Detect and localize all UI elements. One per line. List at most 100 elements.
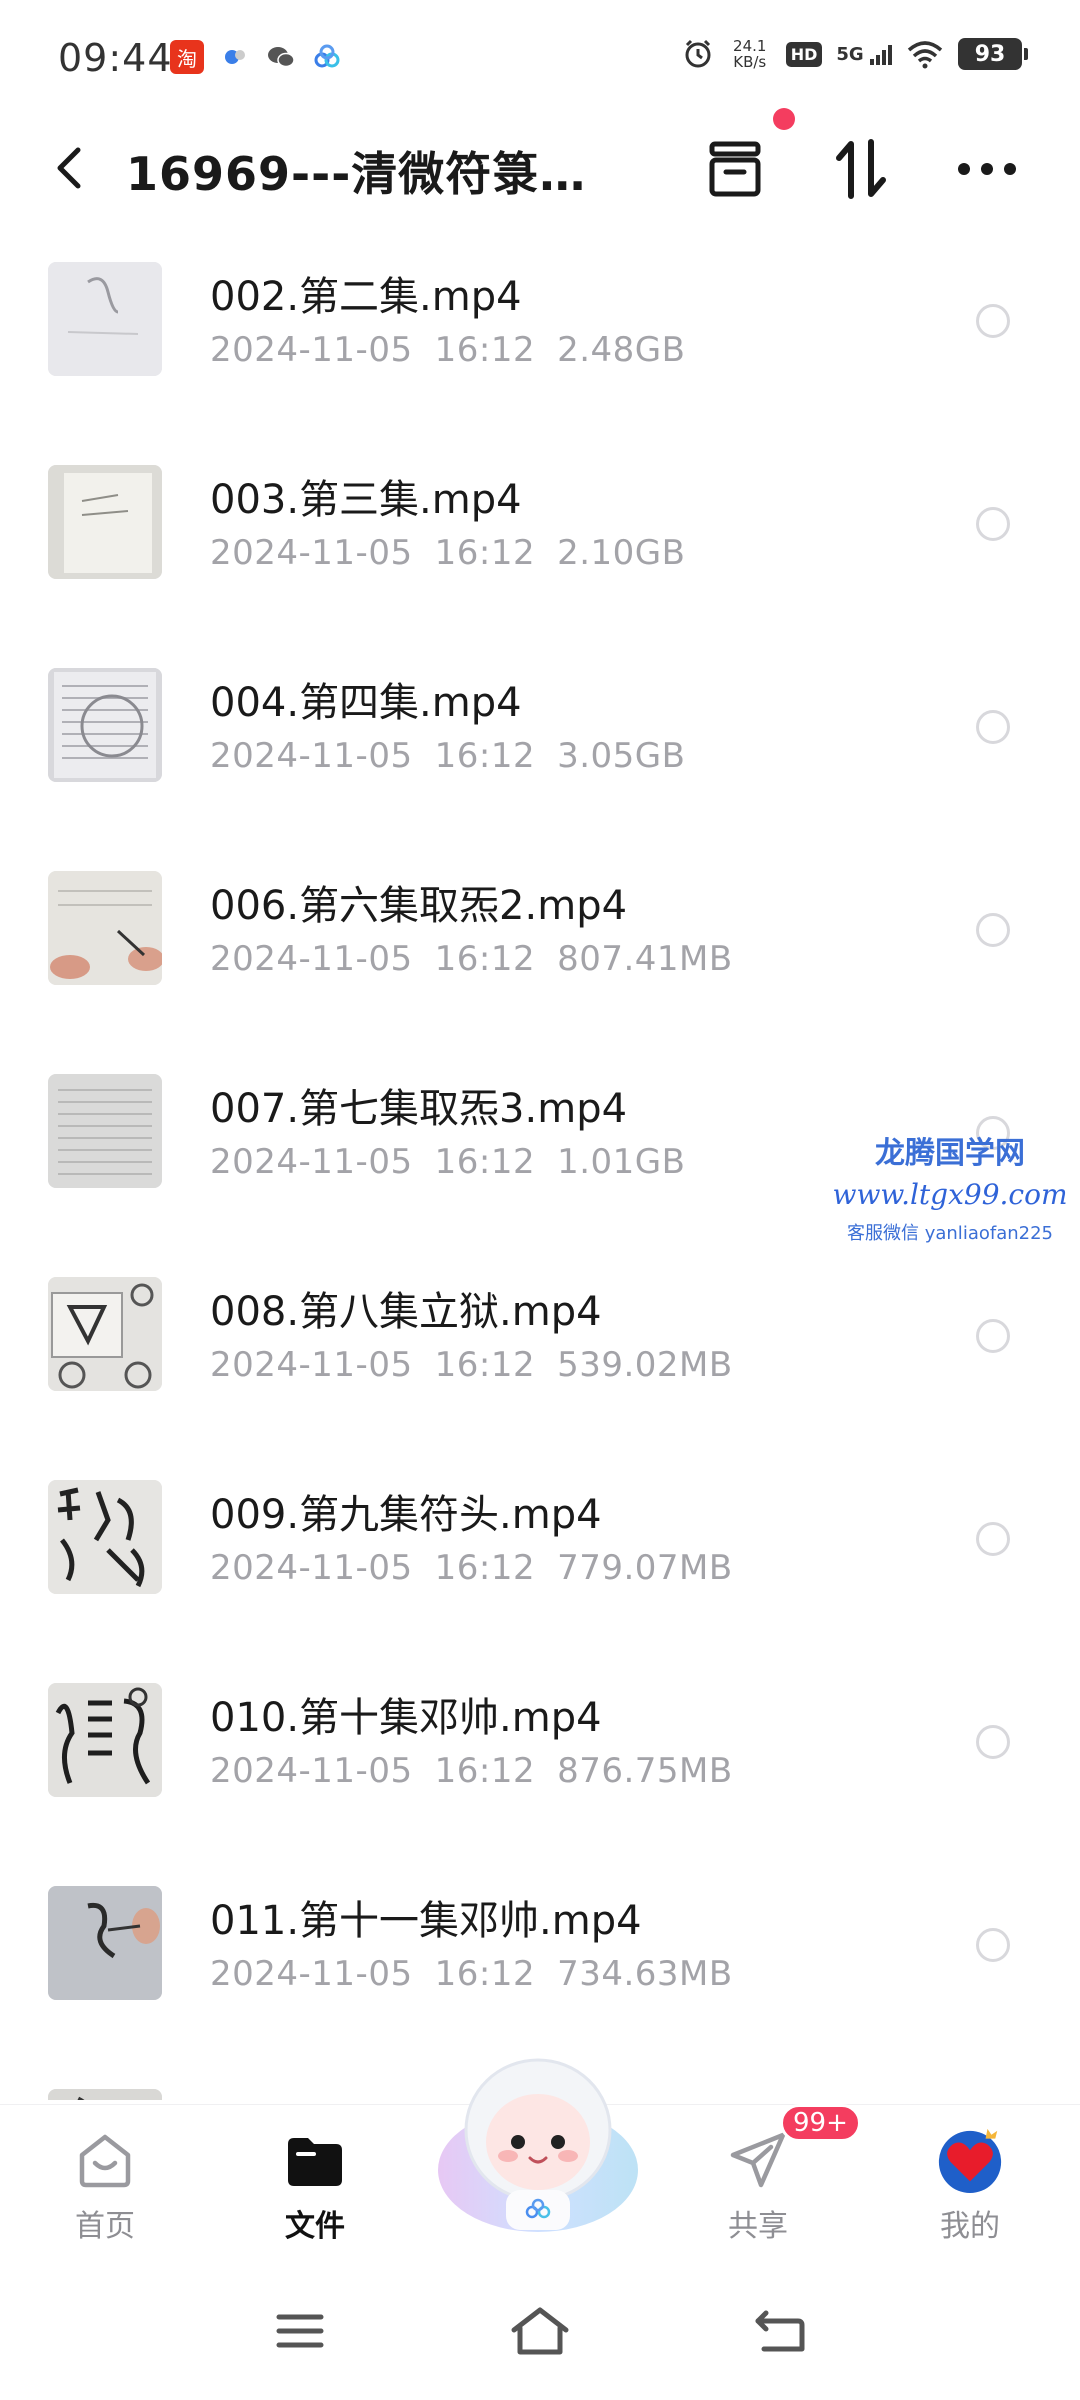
transfer-list-button[interactable] xyxy=(700,134,770,204)
file-row[interactable]: 008.第八集立狱.mp4 2024-11-05 16:12 539.02MB xyxy=(0,1235,1080,1438)
file-row[interactable]: 004.第四集.mp4 2024-11-05 16:12 3.05GB xyxy=(0,626,1080,829)
watermark-contact: 客服微信 yanliaofan225 xyxy=(847,1223,1053,1244)
file-name: 008.第八集立狱.mp4 xyxy=(210,1289,602,1335)
select-checkbox[interactable] xyxy=(976,1725,1010,1759)
tab-mine[interactable]: 我的 xyxy=(900,2105,1040,2265)
more-horizontal-icon xyxy=(958,163,1016,175)
file-time: 16:12 xyxy=(434,1345,536,1385)
file-meta: 2024-11-05 16:12 807.41MB xyxy=(210,939,733,979)
video-thumbnail xyxy=(48,465,162,579)
back-button[interactable] xyxy=(40,138,100,198)
file-row[interactable]: 010.第十集邓帅.mp4 2024-11-05 16:12 876.75MB xyxy=(0,1641,1080,1844)
watermark: 龙腾国学网 www.ltgx99.com 客服微信 yanliaofan225 xyxy=(830,1128,1070,1245)
file-name: 007.第七集取炁3.mp4 xyxy=(210,1086,628,1132)
file-date: 2024-11-05 xyxy=(210,939,413,979)
file-time: 16:12 xyxy=(434,1548,536,1588)
file-size: 3.05GB xyxy=(557,736,686,776)
wechat-icon xyxy=(268,47,295,68)
back-arrow-icon xyxy=(755,2310,805,2352)
signal-5g-icon: 5G xyxy=(836,44,892,65)
status-time: 09:44 xyxy=(58,36,173,80)
tab-share-label: 共享 xyxy=(728,2209,788,2244)
signal-bars-icon xyxy=(870,44,892,65)
video-thumbnail xyxy=(48,668,162,782)
select-checkbox[interactable] xyxy=(976,913,1010,947)
file-name: 006.第六集取炁2.mp4 xyxy=(210,883,628,929)
select-checkbox[interactable] xyxy=(976,1928,1010,1962)
file-date: 2024-11-05 xyxy=(210,1548,413,1588)
archive-box-icon xyxy=(709,141,761,197)
file-meta: 2024-11-05 16:12 779.07MB xyxy=(210,1548,733,1588)
alarm-icon xyxy=(685,39,711,68)
file-date: 2024-11-05 xyxy=(210,1345,413,1385)
file-time: 16:12 xyxy=(434,736,536,776)
file-time: 16:12 xyxy=(434,533,536,573)
astronaut-mascot-icon xyxy=(438,2058,638,2232)
hd-badge: HD xyxy=(785,41,823,67)
tab-home-label: 首页 xyxy=(75,2209,135,2244)
sort-button[interactable] xyxy=(826,134,896,204)
file-meta: 2024-11-05 16:12 2.10GB xyxy=(210,533,685,573)
file-row[interactable]: 002.第二集.mp4 2024-11-05 16:12 2.48GB xyxy=(0,220,1080,423)
file-date: 2024-11-05 xyxy=(210,1954,413,1994)
home-outline-icon xyxy=(511,2307,569,2355)
status-notification-icons: 淘 xyxy=(170,40,342,74)
file-meta: 2024-11-05 16:12 876.75MB xyxy=(210,1751,733,1791)
file-row[interactable]: 011.第十一集邓帅.mp4 2024-11-05 16:12 734.63MB xyxy=(0,1844,1080,2047)
sort-arrows-icon xyxy=(836,139,886,199)
video-thumbnail xyxy=(48,262,162,376)
select-checkbox[interactable] xyxy=(976,507,1010,541)
watermark-url: www.ltgx99.com xyxy=(832,1178,1068,1211)
file-size: 539.02MB xyxy=(557,1345,733,1385)
video-thumbnail xyxy=(48,871,162,985)
select-checkbox[interactable] xyxy=(976,304,1010,338)
network-speed-unit: KB/s xyxy=(733,53,767,71)
folder-icon xyxy=(280,2125,350,2195)
file-name: 011.第十一集邓帅.mp4 xyxy=(210,1898,642,1944)
video-thumbnail xyxy=(48,1277,162,1391)
file-row[interactable]: 006.第六集取炁2.mp4 2024-11-05 16:12 807.41MB xyxy=(0,829,1080,1032)
file-meta: 2024-11-05 16:12 2.48GB xyxy=(210,330,685,370)
back-system-button[interactable] xyxy=(740,2296,820,2366)
file-size: 1.01GB xyxy=(557,1142,686,1182)
chevron-left-icon xyxy=(57,147,81,189)
more-options-button[interactable] xyxy=(952,134,1022,204)
file-size: 807.41MB xyxy=(557,939,733,979)
file-row[interactable]: 003.第三集.mp4 2024-11-05 16:12 2.10GB xyxy=(0,423,1080,626)
file-time: 16:12 xyxy=(434,1751,536,1791)
file-name: 002.第二集.mp4 xyxy=(210,274,522,320)
file-size: 779.07MB xyxy=(557,1548,733,1588)
select-checkbox[interactable] xyxy=(976,1319,1010,1353)
select-checkbox[interactable] xyxy=(976,1522,1010,1556)
tab-home[interactable]: 首页 xyxy=(35,2105,175,2265)
app-notification-icon xyxy=(225,50,245,64)
file-row[interactable]: 009.第九集符头.mp4 2024-11-05 16:12 779.07MB xyxy=(0,1438,1080,1641)
video-thumbnail xyxy=(48,2089,162,2100)
recent-apps-button[interactable] xyxy=(260,2296,340,2366)
file-time: 16:12 xyxy=(434,330,536,370)
home-system-button[interactable] xyxy=(500,2296,580,2366)
file-time: 16:12 xyxy=(434,939,536,979)
avatar xyxy=(935,2125,1005,2195)
status-bar: 09:44 淘 24.1 KB/s HD 5G 93 xyxy=(0,0,1080,118)
select-checkbox[interactable] xyxy=(976,710,1010,744)
file-meta: 2024-11-05 16:12 539.02MB xyxy=(210,1345,733,1385)
wifi-icon xyxy=(907,41,943,69)
file-date: 2024-11-05 xyxy=(210,1751,413,1791)
video-thumbnail xyxy=(48,1480,162,1594)
notification-dot xyxy=(773,108,795,130)
tab-files-label: 文件 xyxy=(285,2209,345,2244)
file-time: 16:12 xyxy=(434,1954,536,1994)
file-date: 2024-11-05 xyxy=(210,1142,413,1182)
file-name: 003.第三集.mp4 xyxy=(210,477,522,523)
file-date: 2024-11-05 xyxy=(210,736,413,776)
assistant-mascot-button[interactable] xyxy=(428,2050,648,2250)
network-label: 5G xyxy=(836,43,864,65)
page-title: 16969---清微符箓… xyxy=(126,147,587,201)
share-count-badge: 99+ xyxy=(780,2104,861,2142)
tab-files[interactable]: 文件 xyxy=(245,2105,385,2265)
network-speed: 24.1 KB/s xyxy=(728,38,772,70)
paper-plane-icon xyxy=(723,2125,793,2195)
file-size: 734.63MB xyxy=(557,1954,733,1994)
taobao-icon: 淘 xyxy=(170,40,204,74)
